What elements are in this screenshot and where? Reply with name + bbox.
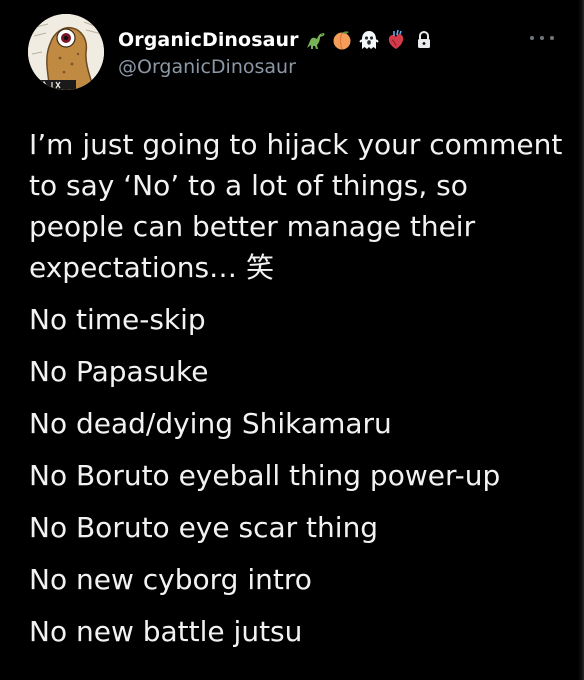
list-item: No dead/dying Shikamaru — [29, 407, 392, 440]
tweet-intro-line: people can better manage their — [29, 210, 476, 243]
tweet-intro-line: to say ‘No’ to a lot of things, so — [29, 169, 468, 202]
list-item: No new battle jutsu — [29, 615, 303, 648]
anatomical-heart-emoji-icon — [385, 29, 407, 51]
screen-edge — [578, 0, 584, 680]
no-list: No time-skip No Papasuke No dead/dying S… — [29, 299, 569, 652]
dot-icon — [530, 36, 534, 40]
list-item: No time-skip — [29, 303, 206, 336]
tweet-intro-line: expectations… 笑 — [29, 251, 274, 284]
tweet-text: I’m just going to hijack your comment to… — [29, 124, 569, 652]
lock-icon — [415, 30, 433, 50]
display-name[interactable]: OrganicDinosaur — [118, 29, 299, 51]
handle[interactable]: @OrganicDinosaur — [118, 56, 296, 78]
list-item: No new cyborg intro — [29, 563, 312, 596]
avatar[interactable] — [28, 14, 104, 90]
dot-icon — [540, 36, 544, 40]
more-options-icon[interactable] — [530, 28, 554, 48]
list-item: No Boruto eye scar thing — [29, 511, 379, 544]
ghost-emoji-icon — [358, 29, 380, 51]
list-item: No Boruto eyeball thing power-up — [29, 459, 501, 492]
dinosaur-emoji-icon — [304, 29, 326, 51]
author-name-row: OrganicDinosaur — [118, 26, 433, 54]
tweet-intro: I’m just going to hijack your comment to… — [29, 124, 569, 288]
one-eyed-creature-avatar-icon — [28, 14, 104, 90]
list-item: No Papasuke — [29, 355, 209, 388]
dot-icon — [550, 36, 554, 40]
peach-emoji-icon — [331, 29, 353, 51]
tweet-intro-line: I’m just going to hijack your comment — [29, 128, 563, 161]
tweet-card: OrganicDinosaur @OrganicDinosaur I’m jus… — [0, 0, 584, 680]
